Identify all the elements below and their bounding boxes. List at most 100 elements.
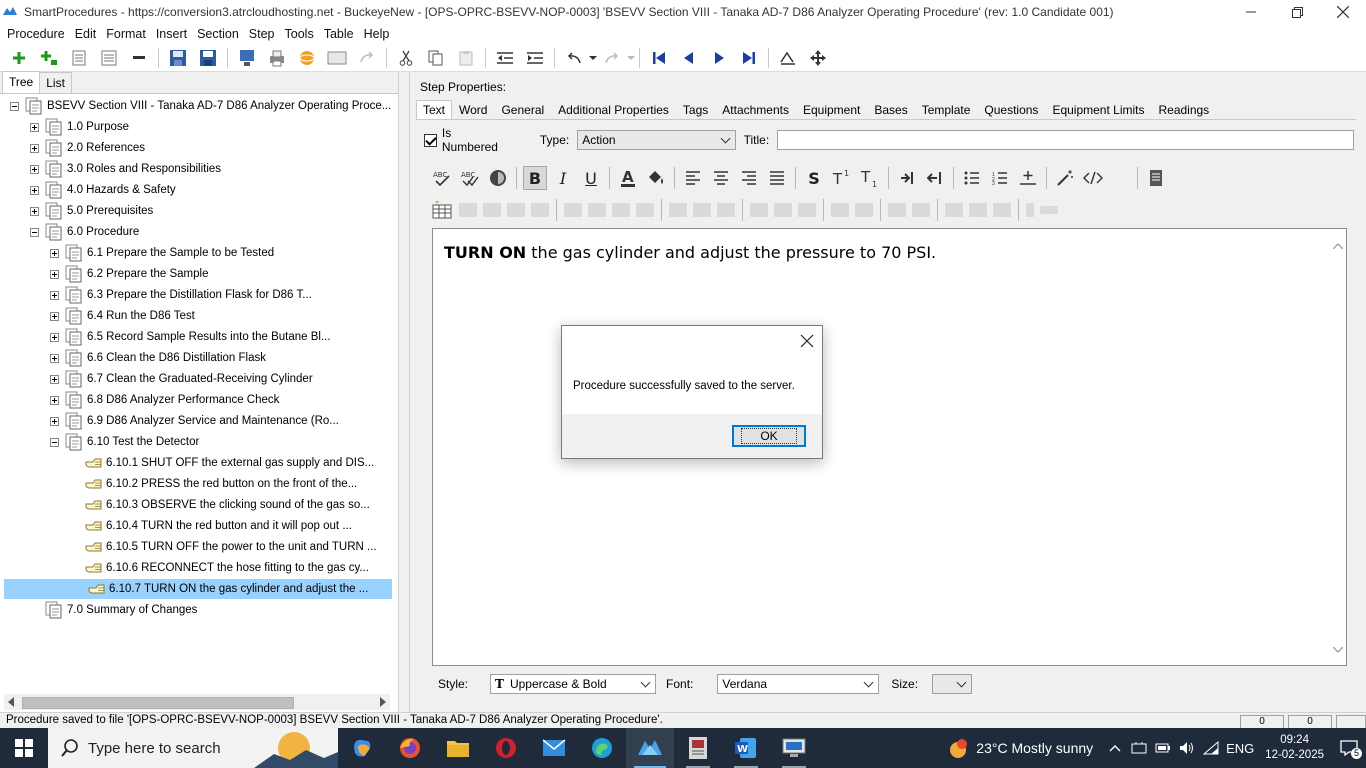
align-center-icon[interactable]: [709, 166, 733, 190]
tree-section[interactable]: 5.0 Prerequisites: [30, 201, 153, 221]
battery-icon[interactable]: [1151, 728, 1175, 768]
table-tool-icon[interactable]: [855, 203, 873, 217]
is-numbered-checkbox[interactable]: [424, 133, 437, 147]
smartprocedures-app-icon[interactable]: [626, 728, 674, 768]
add-child-icon[interactable]: [38, 47, 60, 69]
title-input[interactable]: [777, 130, 1354, 150]
expand-icon[interactable]: [50, 353, 59, 363]
menu-tools[interactable]: Tools: [280, 27, 319, 41]
language-indicator[interactable]: ENG: [1223, 728, 1257, 768]
bullet-list-icon[interactable]: [960, 166, 984, 190]
tree-subsection[interactable]: 6.9 D86 Analyzer Service and Maintenance…: [50, 411, 339, 431]
find-icon[interactable]: [777, 47, 799, 69]
superscript-button[interactable]: T1: [830, 166, 854, 190]
table-tool-icon[interactable]: [888, 203, 906, 217]
taskbar-search[interactable]: Type here to search: [48, 728, 338, 768]
editor-vertical-scrollbar[interactable]: [1330, 229, 1346, 665]
outline-icon[interactable]: [68, 47, 90, 69]
tree-step[interactable]: 6.10.3 OBSERVE the clicking sound of the…: [85, 495, 370, 515]
table-tool-icon[interactable]: [564, 203, 582, 217]
word-app-icon[interactable]: W: [722, 728, 770, 768]
tree-section[interactable]: 2.0 References: [30, 138, 145, 158]
opera-app-icon[interactable]: [482, 728, 530, 768]
scroll-down-icon[interactable]: [1333, 647, 1343, 653]
collapse-icon[interactable]: [30, 227, 39, 237]
magic-wand-icon[interactable]: [1053, 166, 1077, 190]
tree-subsection[interactable]: 6.7 Clean the Graduated-Receiving Cylind…: [50, 369, 313, 389]
tab-tree[interactable]: Tree: [2, 71, 41, 93]
insert-table-icon[interactable]: [430, 198, 454, 222]
type-select[interactable]: Action: [577, 130, 736, 150]
expand-icon[interactable]: [30, 164, 39, 174]
tree-section[interactable]: 4.0 Hazards & Safety: [30, 180, 176, 200]
tab-attachments[interactable]: Attachments: [715, 100, 796, 119]
undo-icon[interactable]: [563, 47, 585, 69]
table-tool-icon[interactable]: [750, 203, 768, 217]
mail-app-icon[interactable]: [530, 728, 578, 768]
table-tool-icon[interactable]: [945, 203, 963, 217]
outline-alt-icon[interactable]: [98, 47, 120, 69]
collapse-icon[interactable]: [50, 437, 59, 447]
close-window-button[interactable]: [1320, 0, 1366, 24]
tree-section[interactable]: 1.0 Purpose: [30, 117, 129, 137]
table-tool-icon[interactable]: [612, 203, 630, 217]
redo-icon[interactable]: [601, 47, 623, 69]
tree-subsection[interactable]: 6.6 Clean the D86 Distillation Flask: [50, 348, 266, 368]
minimize-button[interactable]: [1228, 0, 1274, 24]
expand-icon[interactable]: [50, 269, 59, 279]
table-tool-icon[interactable]: [531, 203, 549, 217]
outdent-icon[interactable]: [494, 47, 516, 69]
print-icon[interactable]: [266, 47, 288, 69]
copy-icon[interactable]: [425, 47, 447, 69]
collapse-icon[interactable]: [10, 101, 19, 111]
restore-button[interactable]: [1274, 0, 1320, 24]
tree-subsection[interactable]: 6.2 Prepare the Sample: [50, 264, 208, 284]
html-source-icon[interactable]: [1081, 166, 1105, 190]
edge-app-icon[interactable]: [578, 728, 626, 768]
size-select[interactable]: [932, 674, 973, 694]
expand-icon[interactable]: [50, 290, 59, 300]
start-button[interactable]: [0, 728, 48, 768]
tree-step[interactable]: 6.10.2 PRESS the red button on the front…: [85, 474, 357, 494]
first-icon[interactable]: [648, 47, 670, 69]
expand-icon[interactable]: [30, 122, 39, 132]
last-icon[interactable]: [738, 47, 760, 69]
tree-step[interactable]: 6.10.4 TURN the red button and it will p…: [85, 516, 352, 536]
redo-disabled-icon[interactable]: [356, 47, 378, 69]
notification-center-icon[interactable]: 5: [1332, 728, 1366, 768]
tree-section[interactable]: 6.0 Procedure: [30, 222, 139, 242]
tab-tags[interactable]: Tags: [676, 100, 715, 119]
remote-desktop-app-icon[interactable]: [770, 728, 818, 768]
decrease-indent-icon[interactable]: [923, 166, 947, 190]
move-icon[interactable]: [807, 47, 829, 69]
tree-step[interactable]: 6.10.5 TURN OFF the power to the unit an…: [85, 537, 377, 557]
tree-subsection[interactable]: 6.1 Prepare the Sample to be Tested: [50, 243, 274, 263]
copilot-app-icon[interactable]: [338, 728, 386, 768]
save-all-icon[interactable]: [167, 47, 189, 69]
table-tool-icon[interactable]: [636, 203, 654, 217]
table-tool-icon[interactable]: [831, 203, 849, 217]
close-icon[interactable]: [800, 334, 814, 348]
undo-dropdown-icon[interactable]: [589, 47, 597, 69]
table-tool-icon[interactable]: [1040, 206, 1058, 214]
indent-icon[interactable]: [524, 47, 546, 69]
menu-insert[interactable]: Insert: [151, 27, 192, 41]
remove-icon[interactable]: [128, 47, 150, 69]
table-tool-icon[interactable]: [912, 203, 930, 217]
italic-button[interactable]: I: [551, 166, 575, 190]
tree-subsection[interactable]: 6.10 Test the Detector: [50, 432, 199, 452]
tree-subsection[interactable]: 6.3 Prepare the Distillation Flask for D…: [50, 285, 312, 305]
tree-subsection[interactable]: 6.4 Run the D86 Test: [50, 306, 195, 326]
table-tool-icon[interactable]: [483, 203, 501, 217]
previous-icon[interactable]: [678, 47, 700, 69]
menu-step[interactable]: Step: [244, 27, 280, 41]
font-color-icon[interactable]: A: [616, 166, 640, 190]
tab-word[interactable]: Word: [452, 100, 494, 119]
expand-icon[interactable]: [50, 416, 59, 426]
insert-special-icon[interactable]: [1016, 166, 1040, 190]
spellcheck-all-icon[interactable]: ABC: [458, 166, 482, 190]
file-explorer-app-icon[interactable]: [434, 728, 482, 768]
tree-step[interactable]: 6.10.7 TURN ON the gas cylinder and adju…: [4, 579, 392, 599]
increase-indent-icon[interactable]: [895, 166, 919, 190]
ok-button[interactable]: OK: [732, 425, 806, 447]
